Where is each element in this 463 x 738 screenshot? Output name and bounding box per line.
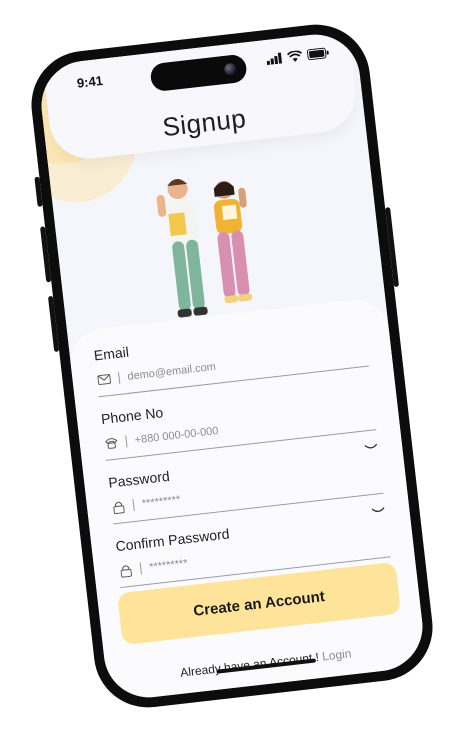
lock-icon: [118, 563, 133, 578]
signup-form: Email demo@email.com Phone No +880 000-0…: [67, 296, 428, 703]
wifi-icon: [286, 50, 302, 62]
lock-icon: [110, 499, 125, 514]
app-mockup: Signup 9:41 Email demo@email.com Phone N…: [0, 0, 463, 738]
mail-icon: [96, 372, 111, 387]
signal-icon: [266, 52, 283, 66]
phone-icon: [103, 435, 118, 450]
eye-closed-icon[interactable]: [371, 506, 386, 520]
divider: [139, 562, 143, 575]
page-title: Signup: [160, 102, 248, 143]
phone-frame: Signup 9:41 Email demo@email.com Phone N…: [25, 18, 439, 714]
eye-closed-icon[interactable]: [364, 442, 379, 456]
status-time: 9:41: [76, 72, 104, 91]
divider: [125, 435, 128, 448]
divider: [132, 499, 135, 512]
divider: [117, 371, 121, 384]
camera-icon: [223, 62, 238, 76]
